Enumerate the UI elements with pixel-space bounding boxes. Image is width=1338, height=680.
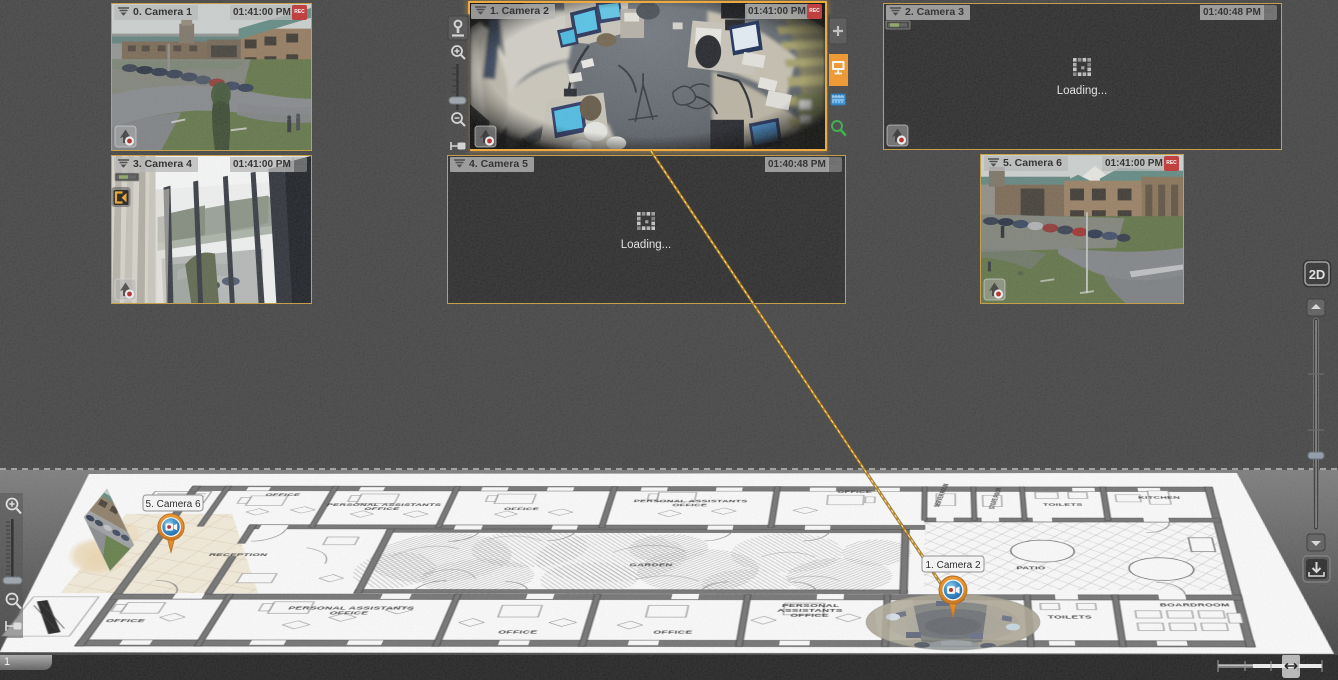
svg-text:2D: 2D bbox=[1309, 267, 1326, 282]
svg-text:1. Camera 2: 1. Camera 2 bbox=[925, 560, 980, 571]
svg-text:5. Camera 6: 5. Camera 6 bbox=[145, 499, 200, 510]
